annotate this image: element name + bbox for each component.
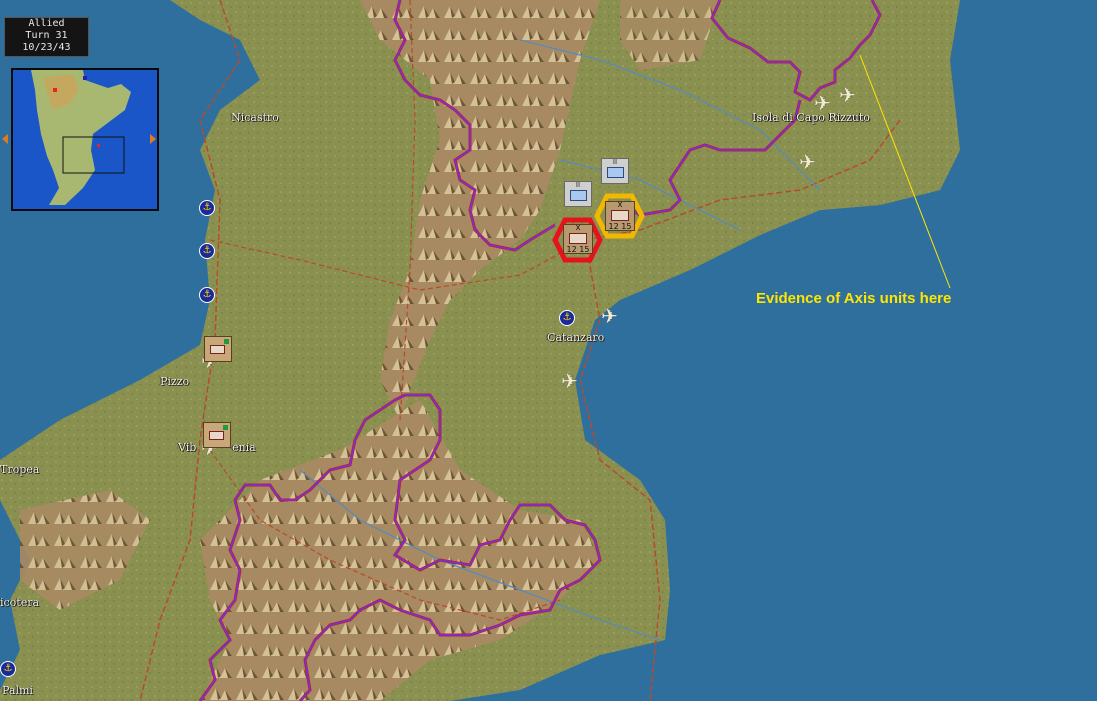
city-label-isola[interactable]: Isola di Capo Rizzuto (752, 111, 870, 124)
minimap-scroll-right-icon[interactable] (150, 134, 156, 144)
unit-size-label: X (617, 201, 623, 209)
unit-strength-label: 12 15 (566, 245, 590, 254)
axis-unit-counter-selected[interactable]: X 12 15 (563, 224, 593, 254)
minimap-unit-3 (97, 144, 100, 147)
allied-unit-counter[interactable]: II (564, 181, 592, 207)
allied-unit-counter[interactable]: II (601, 158, 629, 184)
anchor-icon[interactable]: ⚓ (559, 310, 575, 326)
turn-label: Turn 31 (25, 30, 68, 41)
city-label-nicastro[interactable]: Nicastro (231, 111, 279, 124)
supply-depot-counter[interactable] (204, 336, 232, 362)
airplane-icon[interactable]: ✈ (561, 371, 578, 391)
side-label: Allied (28, 18, 65, 29)
axis-units-annotation: Evidence of Axis units here (756, 290, 952, 307)
flag-icon (223, 425, 228, 430)
unit-size-label: II (575, 181, 581, 189)
infantry-symbol-icon (570, 190, 587, 201)
city-label-catanzaro[interactable]: Catanzaro (547, 331, 604, 344)
supply-depot-counter[interactable] (203, 422, 231, 448)
depot-symbol-icon (210, 345, 225, 354)
minimap[interactable] (11, 68, 159, 211)
infantry-symbol-icon (611, 210, 629, 221)
turn-status-box: Allied Turn 31 10/23/43 (4, 17, 89, 57)
date-label: 10/23/43 (22, 42, 71, 53)
city-label-palmi[interactable]: Palmi (2, 684, 33, 697)
unit-size-label: X (575, 224, 581, 232)
anchor-icon[interactable]: ⚓ (199, 200, 215, 216)
airplane-icon[interactable]: ✈ (601, 306, 618, 326)
game-map[interactable] (0, 0, 1097, 701)
infantry-symbol-icon (607, 167, 624, 178)
anchor-icon[interactable]: ⚓ (199, 243, 215, 259)
flag-icon (224, 339, 229, 344)
infantry-symbol-icon (569, 233, 587, 244)
minimap-unit-1 (53, 88, 57, 92)
minimap-scroll-left-icon[interactable] (2, 134, 8, 144)
minimap-canvas[interactable] (13, 70, 153, 205)
airplane-icon[interactable]: ✈ (799, 152, 816, 172)
city-label-tropea[interactable]: Tropea (0, 463, 39, 476)
city-label-nicotera[interactable]: icotera (0, 596, 39, 609)
unit-size-label: II (612, 158, 618, 166)
city-label-vibo-part2[interactable]: enia (232, 441, 256, 454)
axis-unit-counter-target[interactable]: X 12 15 (605, 201, 635, 231)
depot-symbol-icon (209, 431, 224, 440)
unit-strength-label: 12 15 (608, 222, 632, 231)
anchor-icon[interactable]: ⚓ (0, 661, 16, 677)
city-label-pizzo[interactable]: Pizzo (160, 375, 189, 388)
city-label-vibo-part1[interactable]: Vib (178, 441, 196, 454)
anchor-icon[interactable]: ⚓ (199, 287, 215, 303)
airplane-icon[interactable]: ✈ (839, 85, 856, 105)
minimap-unit-2 (83, 76, 87, 80)
airplane-icon[interactable]: ✈ (814, 93, 831, 113)
